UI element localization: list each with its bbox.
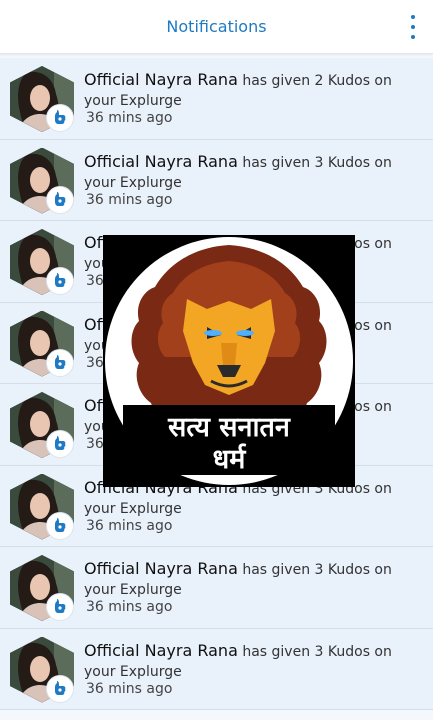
notification-time: 36 mins ago — [86, 680, 173, 697]
notification-sender-name[interactable]: Official Nayra Rana — [84, 152, 238, 171]
notification-item[interactable]: Official Nayra Rana has given 3 Kudos on… — [0, 628, 433, 710]
notification-item[interactable]: Official Nayra Rana has given 2 Kudos on… — [0, 58, 433, 140]
notification-time: 36 mins ago — [86, 517, 173, 534]
notification-time: 36 mins ago — [86, 191, 173, 208]
logo-text-line2: धर्म — [212, 444, 246, 475]
kudos-hand-icon — [46, 348, 74, 377]
notification-text: Official Nayra Rana has given 2 Kudos on… — [84, 70, 414, 111]
kudos-hand-icon — [46, 511, 74, 540]
kudos-hand-icon — [46, 267, 74, 295]
sanatan-dharma-logo: सत्य सनातन धर्म — [103, 235, 355, 487]
notification-item[interactable]: Official Nayra Rana has given 3 Kudos on… — [0, 139, 433, 221]
notification-text: Official Nayra Rana has given 3 Kudos on… — [84, 641, 414, 682]
notification-text: Official Nayra Rana has given 3 Kudos on… — [84, 152, 414, 193]
more-vert-icon[interactable] — [407, 15, 419, 39]
notification-time: 36 mins ago — [86, 599, 173, 615]
app-header: Notifications — [0, 0, 433, 54]
notification-sender-name[interactable]: Official Nayra Rana — [84, 559, 238, 578]
kudos-hand-icon — [46, 593, 74, 621]
kudos-hand-icon — [46, 430, 74, 458]
notification-item[interactable]: Official Nayra Rana has given 3 Kudos on… — [0, 547, 433, 629]
page-title: Notifications — [166, 17, 267, 36]
notification-sender-name[interactable]: Official Nayra Rana — [84, 70, 238, 89]
kudos-hand-icon — [46, 185, 74, 214]
notification-text: Official Nayra Rana has given 3 Kudos on… — [84, 559, 414, 600]
notification-time: 36 mins ago — [86, 110, 173, 126]
notification-sender-name[interactable]: Official Nayra Rana — [84, 641, 238, 660]
kudos-hand-icon — [46, 674, 74, 703]
kudos-hand-icon — [46, 104, 74, 132]
